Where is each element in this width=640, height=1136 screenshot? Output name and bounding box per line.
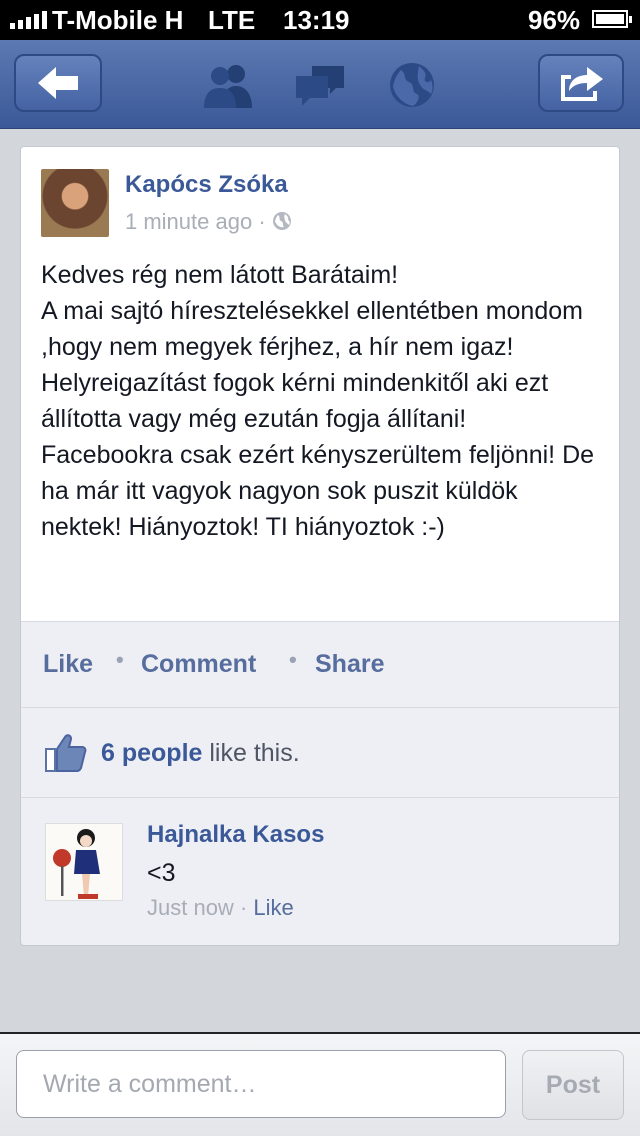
battery-icon <box>592 10 632 28</box>
post-comment-button[interactable]: Post <box>522 1050 624 1120</box>
action-separator: • <box>116 647 124 672</box>
post-actions: Like • Comment • Share <box>21 623 619 708</box>
comment-meta-separator: · <box>233 895 254 920</box>
likes-text: 6 people like this. <box>101 739 300 768</box>
likes-count[interactable]: 6 people <box>101 739 202 767</box>
signal-strength-icon <box>10 11 47 29</box>
friend-requests-button[interactable] <box>198 58 258 112</box>
messages-button[interactable] <box>290 58 350 112</box>
share-button[interactable] <box>538 54 624 112</box>
action-separator: • <box>289 647 297 672</box>
comment-like-button[interactable]: Like <box>253 895 293 920</box>
messages-icon <box>296 66 344 106</box>
clock: 13:19 <box>283 5 350 35</box>
commenter-name[interactable]: Hajnalka Kasos <box>147 821 324 849</box>
comment-meta: Just now · Like <box>147 895 294 921</box>
status-bar: T-Mobile H LTE 13:19 96% <box>0 0 640 40</box>
comment-composer: Post <box>0 1032 640 1136</box>
back-arrow-icon <box>38 67 78 99</box>
betty-boop-avatar-image <box>46 824 122 900</box>
comment-timestamp: Just now <box>147 895 234 920</box>
post-text: Kedves rég nem látott Barátaim! A mai sa… <box>41 261 595 541</box>
share-icon <box>561 67 603 101</box>
author-name[interactable]: Kapócs Zsóka <box>125 171 288 199</box>
likes-summary[interactable]: 6 people like this. <box>21 709 619 798</box>
public-globe-icon <box>272 212 291 230</box>
globe-icon <box>390 63 434 107</box>
meta-separator: · <box>258 209 266 234</box>
thumbs-up-icon <box>45 734 87 772</box>
comment-item: Hajnalka Kasos <3 Just now · Like <box>21 799 619 945</box>
carrier-name: T-Mobile H <box>52 5 184 35</box>
likes-suffix: like this. <box>202 739 300 767</box>
commenter-avatar[interactable] <box>45 823 123 901</box>
back-button[interactable] <box>14 54 102 112</box>
battery-percent: 96% <box>528 5 581 35</box>
comment-button[interactable]: Comment <box>141 650 256 679</box>
comment-text: <3 <box>147 859 176 887</box>
share-post-button[interactable]: Share <box>315 650 384 679</box>
post-body: Kapócs Zsóka 1 minute ago · Kedves rég n… <box>21 147 619 622</box>
screen: T-Mobile H LTE 13:19 96% Kapócs Zsóka 1 … <box>0 0 640 1136</box>
post-meta: 1 minute ago · <box>125 209 292 235</box>
post-card: Kapócs Zsóka 1 minute ago · Kedves rég n… <box>20 146 620 946</box>
notifications-button[interactable] <box>382 58 442 112</box>
author-avatar[interactable] <box>41 169 109 237</box>
friends-icon <box>204 65 252 108</box>
like-button[interactable]: Like <box>43 650 93 679</box>
nav-bar <box>0 40 640 129</box>
network-type: LTE <box>208 5 256 35</box>
post-timestamp[interactable]: 1 minute ago <box>125 209 252 234</box>
comment-input[interactable] <box>16 1050 506 1118</box>
